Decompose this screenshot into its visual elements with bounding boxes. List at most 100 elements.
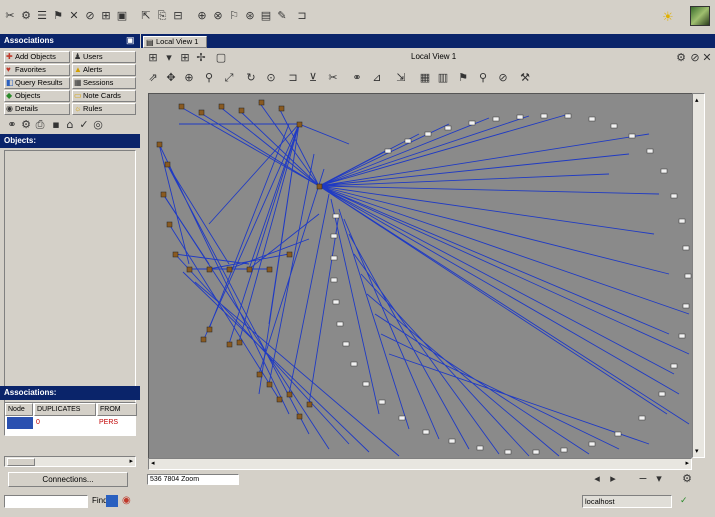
zoom-out-icon[interactable]: − xyxy=(637,473,649,485)
left-scrollbar[interactable]: ▸ xyxy=(4,456,136,467)
pan-icon[interactable]: ✥ xyxy=(165,72,177,84)
save-icon[interactable]: ▪ xyxy=(50,119,62,131)
print-icon[interactable]: ⎙ xyxy=(34,119,46,131)
tool-icon[interactable]: ⚙ xyxy=(20,10,32,22)
bars-icon[interactable]: ▥ xyxy=(437,72,449,84)
settings-icon[interactable]: ⚙ xyxy=(681,473,693,485)
tab-bar: ▤ Local View 1 xyxy=(141,34,715,48)
tool-icon[interactable]: ⊗ xyxy=(212,10,224,22)
tool-icon[interactable]: ▣ xyxy=(116,10,128,22)
tools-icon[interactable]: ⚒ xyxy=(519,72,531,84)
tool-icon[interactable]: ⊛ xyxy=(244,10,256,22)
tool-icon[interactable]: ⚑ xyxy=(52,10,64,22)
connections-button[interactable]: Connections... xyxy=(8,472,128,487)
pointer-icon[interactable]: ✢ xyxy=(195,52,207,64)
nav-objects[interactable]: ◆ Objects xyxy=(4,90,70,102)
nav-back-icon[interactable]: ◂ xyxy=(591,473,603,485)
tag-icon[interactable]: ⚲ xyxy=(477,72,489,84)
scroll-down-icon[interactable]: ▾ xyxy=(695,447,699,455)
graph-canvas[interactable] xyxy=(148,93,692,458)
nav-add-objects[interactable]: ✚ Add Objects xyxy=(4,51,70,63)
hide-icon[interactable]: ⊘ xyxy=(497,72,509,84)
sessions-icon: ▦ xyxy=(74,78,82,87)
link-icon[interactable]: ⚭ xyxy=(351,72,363,84)
query-icon: ◧ xyxy=(6,78,14,87)
nav-forward-icon[interactable]: ▸ xyxy=(607,473,619,485)
tool-icon[interactable]: ✎ xyxy=(276,10,288,22)
gear-icon[interactable]: ⚙ xyxy=(20,119,32,131)
link-icon[interactable]: ⚭ xyxy=(6,119,18,131)
tool-icon[interactable]: ✕ xyxy=(68,10,80,22)
link-graph[interactable] xyxy=(149,94,693,459)
nav-rules[interactable]: ☼ Rules xyxy=(72,103,136,115)
arrange-icon[interactable]: ⊐ xyxy=(287,72,299,84)
nav-query-results[interactable]: ◧ Query Results xyxy=(4,77,70,89)
tool-icon[interactable]: ⚐ xyxy=(228,10,240,22)
filter-icon[interactable]: ⊻ xyxy=(307,72,319,84)
associations-grid[interactable]: Node DUPLICATES FROM 0 PERS xyxy=(4,402,137,436)
chart-icon[interactable]: ⊿ xyxy=(371,72,383,84)
nav-alerts[interactable]: ▲ Alerts xyxy=(72,64,136,76)
search-icon[interactable]: ⚲ xyxy=(203,72,215,84)
check-icon[interactable]: ✓ xyxy=(78,119,90,131)
view-icon[interactable]: ◎ xyxy=(92,119,104,131)
scroll-up-icon[interactable]: ▴ xyxy=(695,96,699,104)
grid-icon[interactable]: ⊞ xyxy=(147,52,159,64)
alert-icon: ▲ xyxy=(74,65,82,74)
grid-header-duplicates[interactable]: DUPLICATES xyxy=(34,403,96,416)
close-icon[interactable]: ✕ xyxy=(701,52,713,64)
scroll-right-icon[interactable]: ▸ xyxy=(685,459,689,467)
box-icon[interactable]: ▢ xyxy=(215,52,227,64)
lock-icon[interactable]: ⌂ xyxy=(64,119,76,131)
find-button[interactable] xyxy=(106,495,118,507)
bookmark-icon[interactable]: ⚑ xyxy=(457,72,469,84)
tool-icon[interactable]: ✂ xyxy=(4,10,16,22)
select-icon[interactable]: ⇗ xyxy=(147,72,159,84)
layout-icon[interactable]: ⊞ xyxy=(179,52,191,64)
export-icon[interactable]: ⇲ xyxy=(395,72,407,84)
panel-header: Associations xyxy=(0,34,140,48)
scroll-thumb[interactable] xyxy=(7,458,35,466)
cut-icon[interactable]: ✂ xyxy=(327,72,339,84)
tool-icon[interactable]: ⊘ xyxy=(84,10,96,22)
nav-details[interactable]: ◉ Details xyxy=(4,103,70,115)
dropdown-icon[interactable]: ▾ xyxy=(163,52,175,64)
fit-icon[interactable]: ⤢ xyxy=(223,72,235,84)
tab-local-view-1[interactable]: ▤ Local View 1 xyxy=(143,36,207,48)
zoom-in-icon[interactable]: ▾ xyxy=(653,473,665,485)
grid-header-from[interactable]: FROM xyxy=(97,403,137,416)
table-icon[interactable]: ▦ xyxy=(419,72,431,84)
grid-cell-duplicates: 0 xyxy=(36,419,40,426)
tool-icon[interactable]: ▤ xyxy=(260,10,272,22)
scroll-left-icon[interactable]: ◂ xyxy=(151,459,155,467)
stop-icon[interactable]: ◉ xyxy=(122,495,131,506)
sun-icon: ☀ xyxy=(662,9,674,24)
rotate-icon[interactable]: ↻ xyxy=(245,72,257,84)
tool-icon[interactable]: ⎘ xyxy=(156,10,168,22)
left-panel: Associations ▣ ✚ Add Objects ♟ Users ♥ Favo… xyxy=(0,34,140,488)
nav-users[interactable]: ♟ Users xyxy=(72,51,136,63)
stop-icon[interactable]: ⊘ xyxy=(689,52,701,64)
nav-sessions[interactable]: ▦ Sessions xyxy=(72,77,136,89)
tool-icon[interactable]: ☰ xyxy=(36,10,48,22)
tool-icon[interactable]: ⊐ xyxy=(296,10,308,22)
grid-header-node[interactable]: Node xyxy=(5,403,33,416)
graph-horizontal-scrollbar[interactable]: ◂ ▸ xyxy=(148,458,692,470)
nav-favorites[interactable]: ♥ Favorites xyxy=(4,64,70,76)
objects-list[interactable] xyxy=(4,150,136,416)
associations-header: Associations: xyxy=(0,386,140,400)
tool-icon[interactable]: ⊕ xyxy=(196,10,208,22)
node-icon[interactable] xyxy=(7,417,33,429)
tool-icon[interactable]: ⊟ xyxy=(172,10,184,22)
settings-icon[interactable]: ⚙ xyxy=(675,52,687,64)
tool-icon[interactable]: ⊞ xyxy=(100,10,112,22)
zoom-icon[interactable]: ⊕ xyxy=(183,72,195,84)
layout-icon[interactable]: ⊙ xyxy=(265,72,277,84)
panel-menu-icon[interactable]: ▣ xyxy=(126,35,135,46)
tool-icon[interactable]: ⇱ xyxy=(140,10,152,22)
nav-note-cards[interactable]: ▭ Note Cards xyxy=(72,90,136,102)
scroll-right-icon[interactable]: ▸ xyxy=(129,457,133,465)
graph-vertical-scrollbar[interactable]: ▴ ▾ xyxy=(692,93,705,458)
connected-icon: ✓ xyxy=(680,495,688,505)
find-input[interactable] xyxy=(4,495,88,508)
